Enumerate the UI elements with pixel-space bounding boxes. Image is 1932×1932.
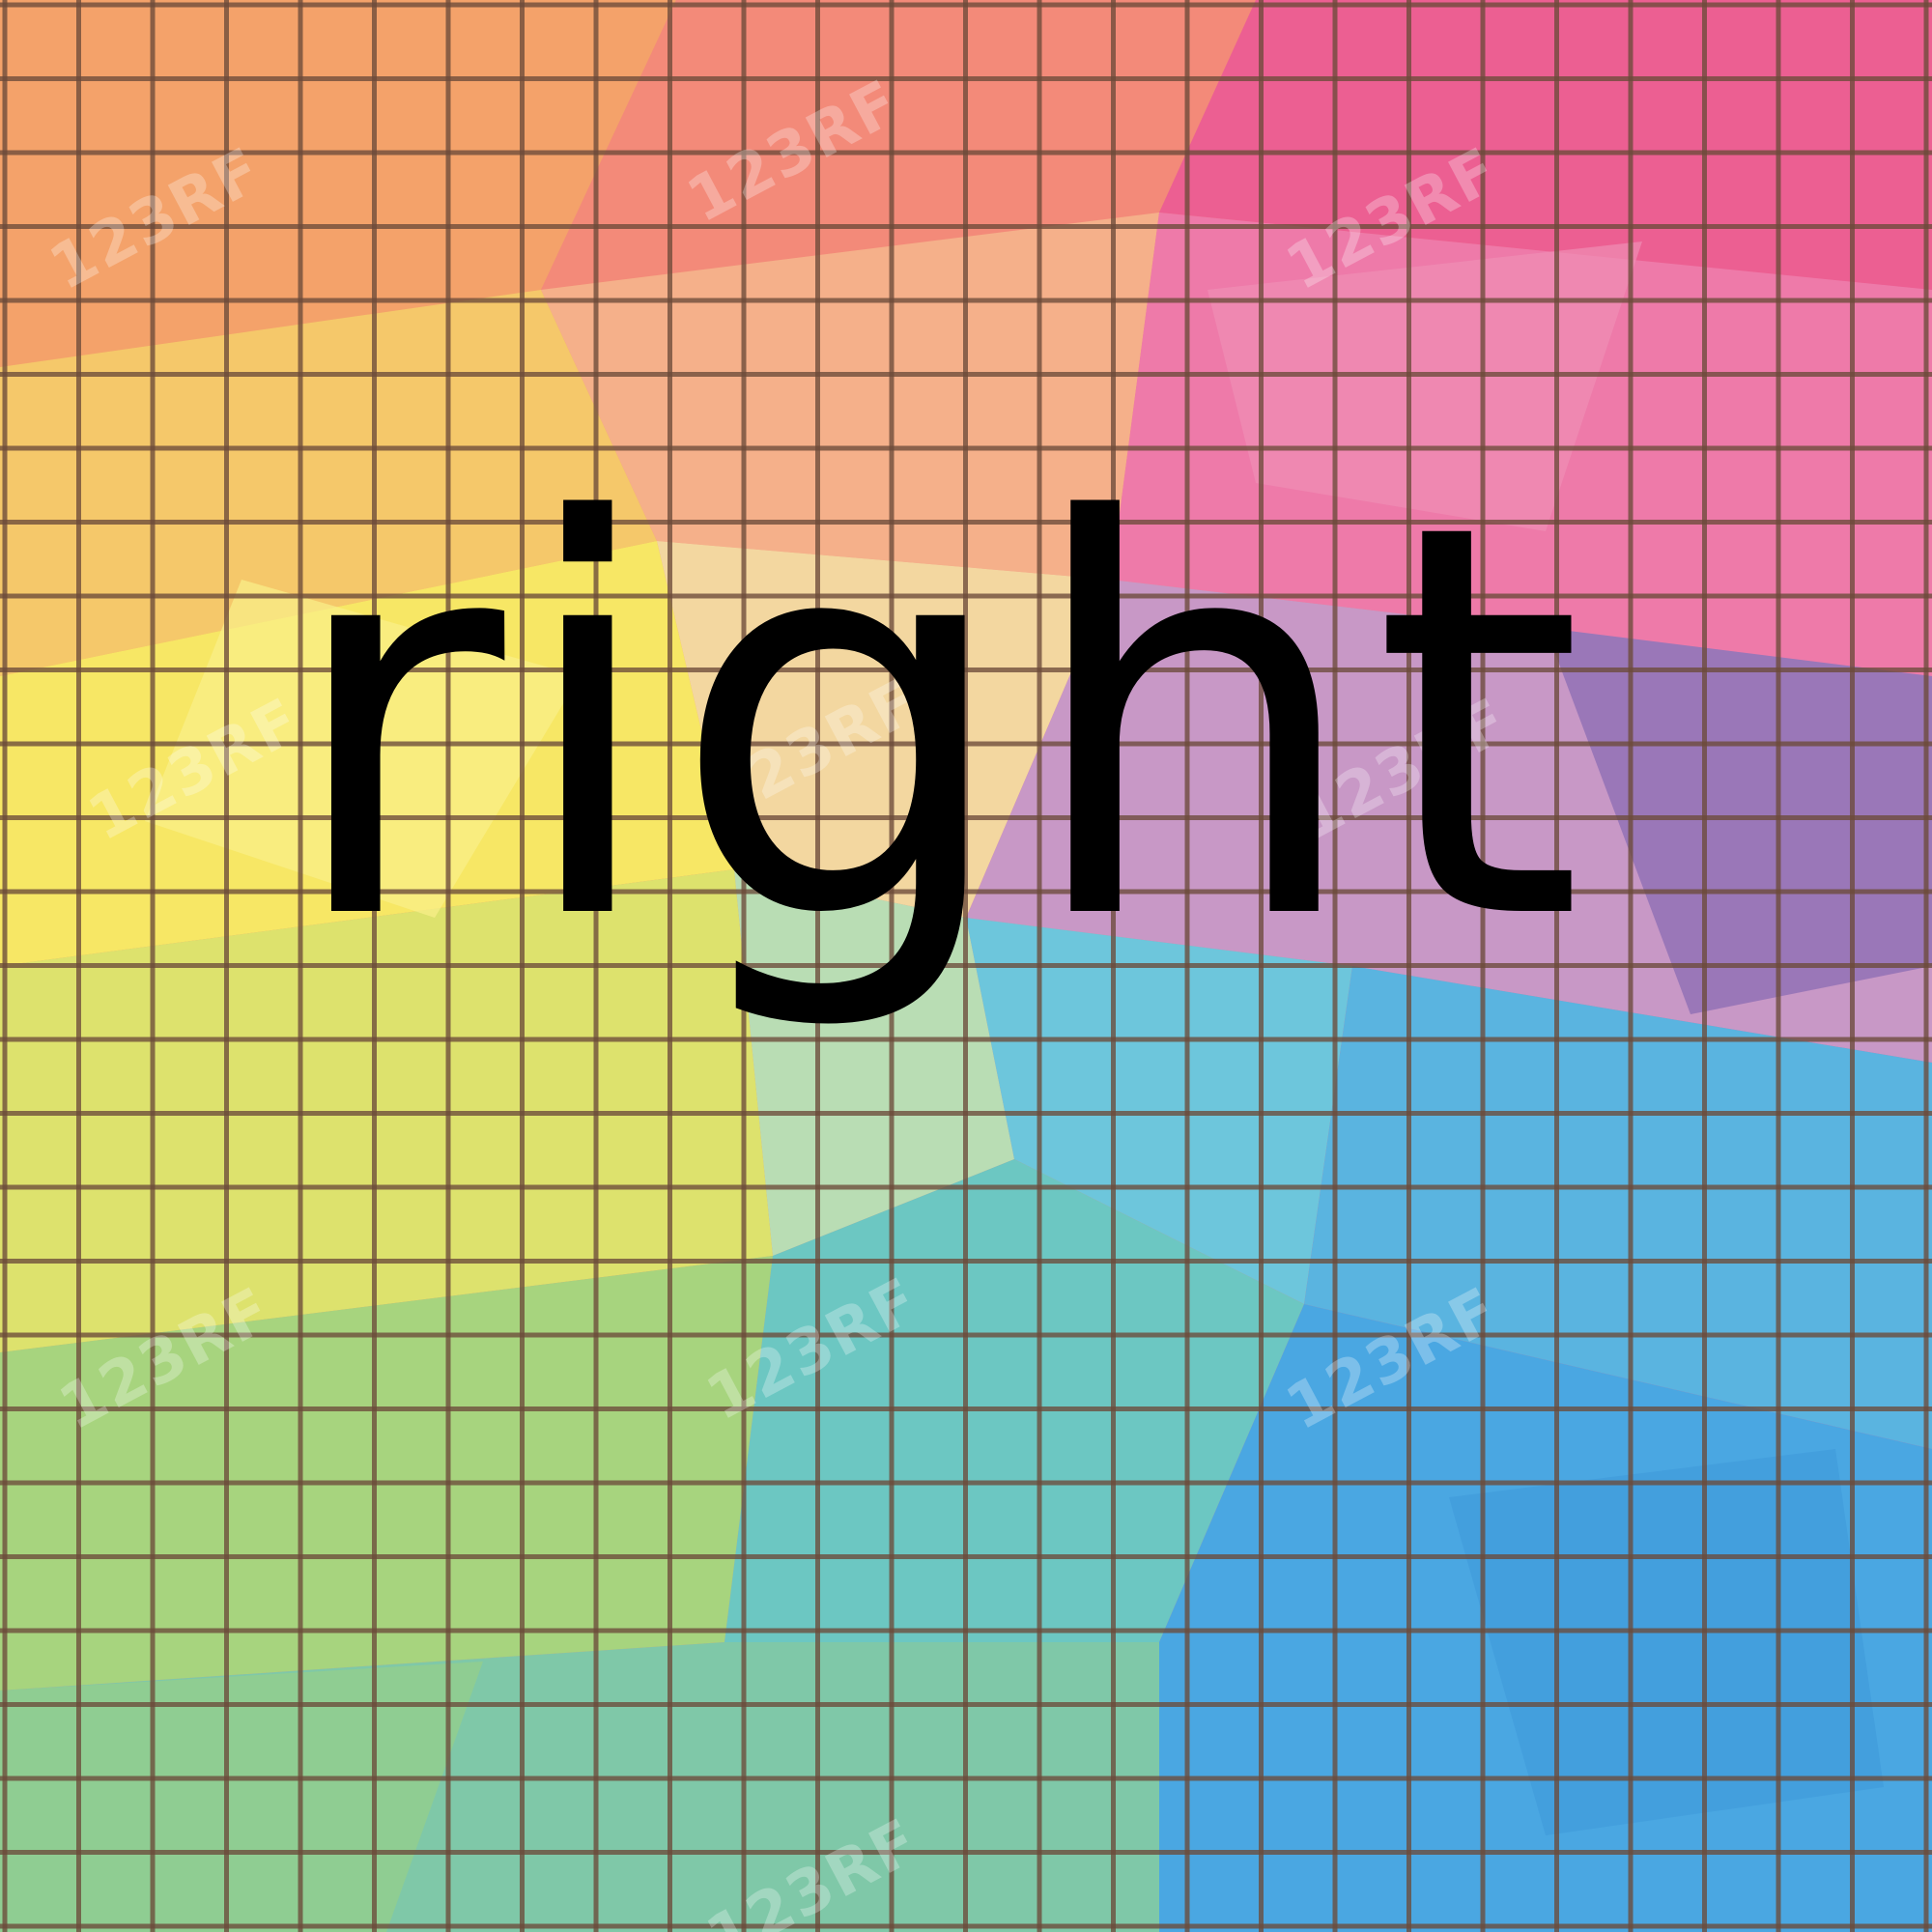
main-word: right [282, 410, 1592, 1039]
image-canvas: 123RF 123RF 123RF 123RF 123RF 123RF 123R… [0, 0, 1932, 1932]
